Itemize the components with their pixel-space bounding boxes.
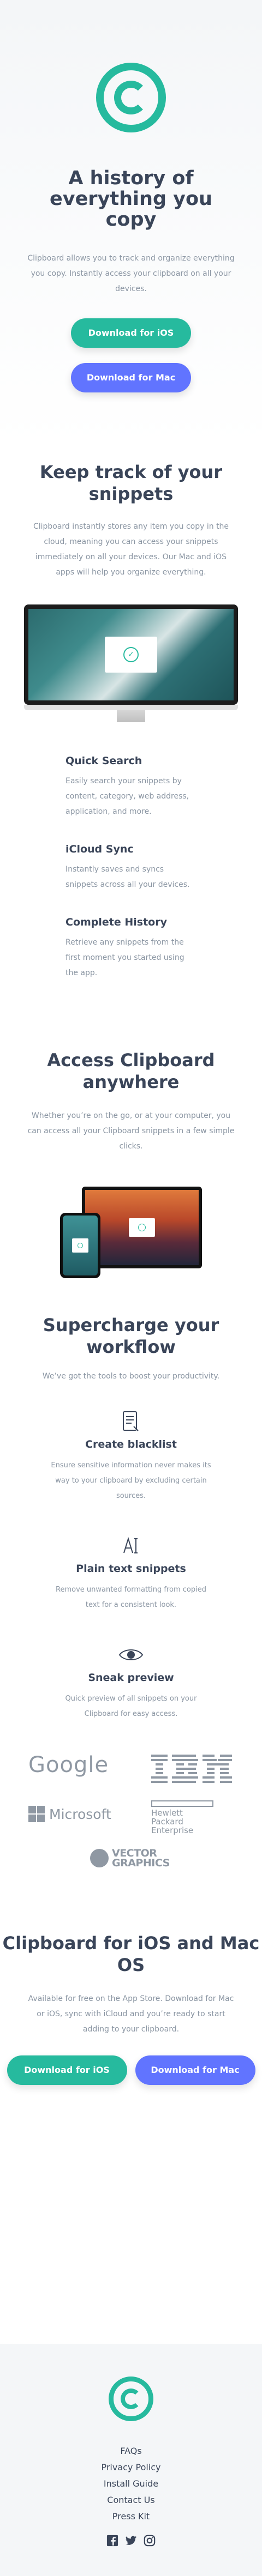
clipboard-logo-icon [96,63,166,132]
monitor-frame: ✓ [24,604,238,705]
track-snippets-section: Keep track of your snippets Clipboard in… [0,461,262,981]
feature-title: iCloud Sync [66,843,134,855]
desktop-monitor-image: ✓ [24,604,238,722]
workflow-item-blacklist: Create blacklist Ensure sensitive inform… [0,1410,262,1504]
cta-download-mac-button[interactable]: Download for Mac [135,2055,255,2085]
microsoft-logo: Microsoft [28,1806,111,1822]
access-title: Access Clipboard anywhere [47,1050,215,1092]
feature-icloud-sync: iCloud Sync Instantly saves and syncs sn… [66,843,213,892]
hp-rectangle-icon [151,1800,213,1807]
cta-description: Available for free on the App Store. Dow… [28,1994,234,2034]
logo-c-mark [121,2388,141,2409]
workflow-item-title: Plain text snippets [76,1563,186,1575]
cta-section: Clipboard for iOS and Mac OS Available f… [0,1932,262,2085]
feature-quick-search: Quick Search Easily search your snippets… [66,755,213,819]
workflow-item-text: Remove unwanted formatting from copied t… [56,1586,206,1609]
feature-text: Instantly saves and syncs snippets acros… [66,865,190,889]
feature-title: Complete History [66,916,167,928]
cta-buttons: Download for iOS Download for Mac [0,2055,262,2085]
blacklist-icon [0,1410,262,1433]
footer-clipboard-logo-icon[interactable] [109,2377,153,2421]
tablet-app-window [129,1218,155,1237]
workflow-title: Supercharge your workflow [43,1315,219,1357]
eye-icon [0,1643,262,1666]
cta-title: Clipboard for iOS and Mac OS [2,1933,260,1975]
ibm-logo [151,1752,233,1785]
check-icon [138,1224,146,1231]
hewlett-packard-logo: Hewlett Packard Enterprise [151,1800,216,1835]
hp-wordmark: Hewlett Packard Enterprise [151,1808,194,1835]
vector-graphics-logo: VECTOR GRAPHICS [90,1848,172,1868]
monitor-app-window: ✓ [105,637,157,673]
check-icon: ✓ [123,647,139,662]
workflow-items: Create blacklist Ensure sensitive inform… [0,1410,262,1722]
monitor-stand [117,710,145,722]
workflow-item-title: Create blacklist [85,1438,177,1450]
vector-wordmark: VECTOR GRAPHICS [112,1847,170,1869]
workflow-item-text: Ensure sensitive information never makes… [51,1461,211,1500]
workflow-description: We’ve got the tools to boost your produc… [42,1372,220,1381]
footer-link-contact-us[interactable]: Contact Us [0,2492,262,2508]
hero-title: A history of everything you copy [50,167,212,231]
footer-link-privacy-policy[interactable]: Privacy Policy [0,2459,262,2476]
check-icon [78,1243,83,1248]
monitor-screen: ✓ [28,609,234,700]
instagram-icon[interactable] [144,2535,156,2547]
workflow-section: Supercharge your workflow We’ve got the … [0,1314,262,1722]
phone-screen [63,1216,98,1275]
hero-section: A history of everything you copy Clipboa… [0,0,262,447]
vector-circle-icon [90,1849,109,1867]
footer-link-faqs[interactable]: FAQs [0,2443,262,2459]
google-logo: Google [28,1752,109,1777]
page: A history of everything you copy Clipboa… [0,0,262,2576]
phone-app-window [72,1238,88,1253]
footer: FAQs Privacy Policy Install Guide Contac… [0,2344,262,2576]
footer-nav: FAQs Privacy Policy Install Guide Contac… [0,2443,262,2525]
feature-list: Quick Search Easily search your snippets… [49,755,213,981]
track-title: Keep track of your snippets [39,462,223,504]
tablet-screen [85,1190,199,1265]
logo-c-mark [114,81,148,114]
feature-complete-history: Complete History Retrieve any snippets f… [66,916,213,981]
microsoft-wordmark: Microsoft [49,1806,111,1822]
phone-device [60,1213,100,1278]
access-description: Whether you’re on the go, or at your com… [27,1111,235,1151]
workflow-item-sneak-preview: Sneak preview Quick preview of all snipp… [0,1643,262,1722]
partner-logos: Google Microsoft Hewlett Packard Enterpr… [0,1752,262,1932]
devices-image [55,1187,207,1279]
hero-download-mac-button[interactable]: Download for Mac [71,363,191,392]
facebook-icon[interactable] [106,2535,118,2547]
footer-link-press-kit[interactable]: Press Kit [0,2508,262,2525]
monitor-chin [24,705,238,710]
cta-download-ios-button[interactable]: Download for iOS [7,2055,127,2085]
text-cursor-icon [0,1534,262,1557]
feature-text: Retrieve any snippets from the first mom… [66,938,184,977]
hero-subtitle: Clipboard allows you to track and organi… [27,254,235,293]
hero-download-ios-button[interactable]: Download for iOS [71,318,191,348]
track-description: Clipboard instantly stores any item you … [33,522,229,577]
feature-text: Easily search your snippets by content, … [66,777,189,816]
twitter-icon[interactable] [125,2535,137,2547]
workflow-item-plain-text: Plain text snippets Remove unwanted form… [0,1534,262,1613]
footer-link-install-guide[interactable]: Install Guide [0,2476,262,2492]
access-anywhere-section: Access Clipboard anywhere Whether you’re… [0,1049,262,1279]
workflow-item-text: Quick preview of all snippets on your Cl… [65,1695,197,1718]
microsoft-grid-icon [28,1806,45,1822]
workflow-item-title: Sneak preview [88,1672,174,1684]
feature-title: Quick Search [66,755,142,767]
social-links [0,2535,262,2547]
